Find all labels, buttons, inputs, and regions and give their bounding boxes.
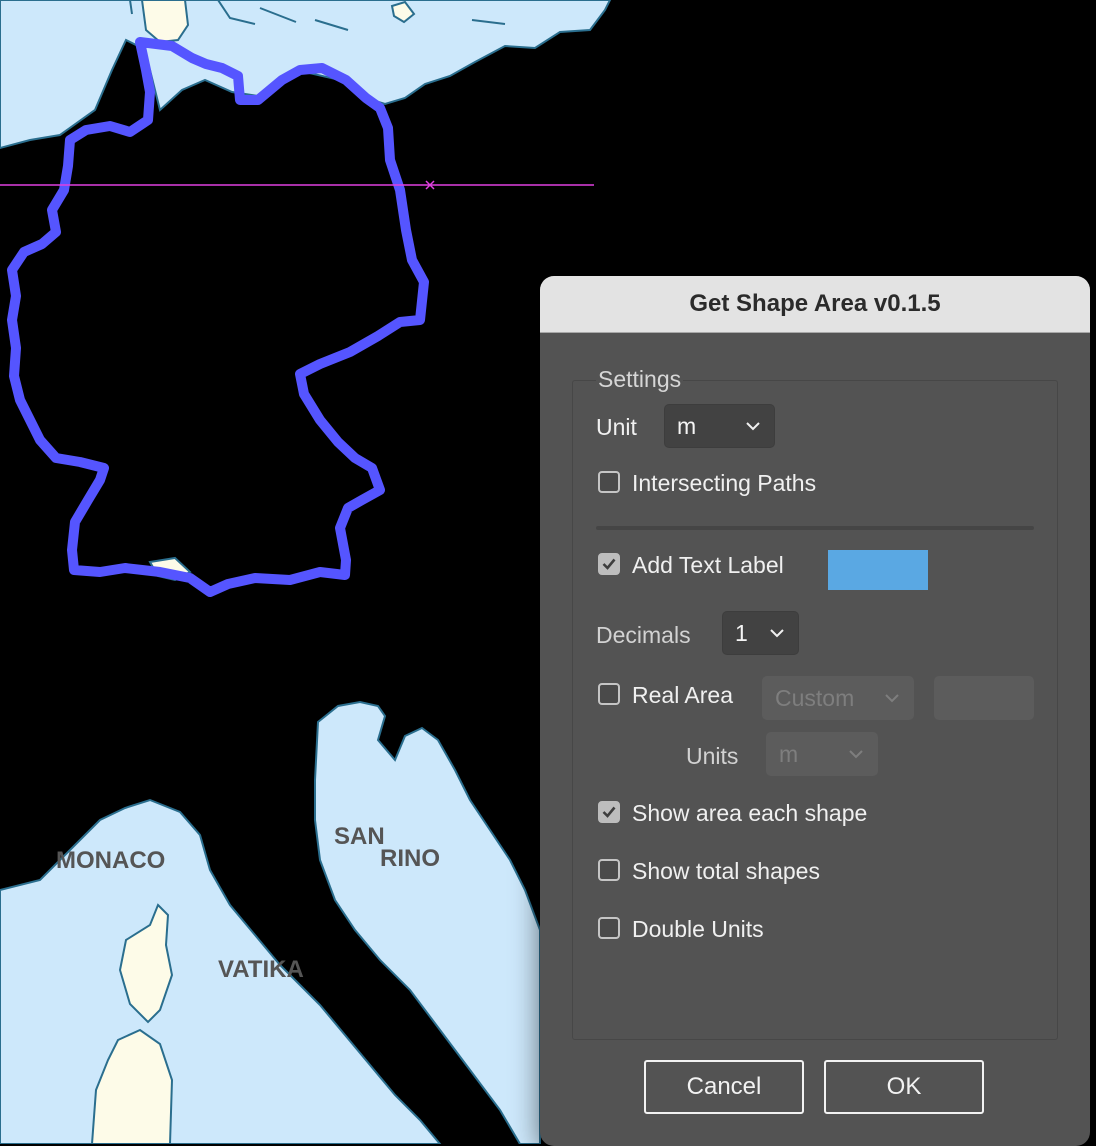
real-area-value-input[interactable]: [934, 676, 1034, 720]
checkmark-icon: [602, 806, 616, 818]
show-total-shapes-checkbox[interactable]: [598, 859, 620, 881]
settings-legend: Settings: [596, 366, 684, 393]
dialog-titlebar[interactable]: Get Shape Area v0.1.5: [540, 276, 1090, 333]
add-text-label-checkbox[interactable]: [598, 553, 620, 575]
units-label: Units: [686, 743, 739, 769]
intersecting-paths-checkbox[interactable]: [598, 471, 620, 493]
decimals-label: Decimals: [596, 622, 691, 648]
map-label-monaco: MONACO: [56, 847, 165, 874]
dialog-title: Get Shape Area v0.1.5: [689, 290, 941, 317]
map-label-vatika: VATIKA: [218, 956, 304, 983]
show-total-shapes-label: Show total shapes: [632, 858, 820, 884]
double-units-checkbox[interactable]: [598, 917, 620, 939]
real-area-label: Real Area: [632, 682, 734, 708]
chevron-down-icon: [883, 689, 901, 707]
real-area-preset-select[interactable]: Custom: [762, 676, 914, 720]
units-select[interactable]: m: [766, 732, 878, 776]
map-label-rino: RINO: [380, 845, 440, 872]
unit-select[interactable]: m: [664, 404, 775, 448]
unit-select-value: m: [677, 412, 697, 439]
show-area-each-shape-checkbox[interactable]: [598, 801, 620, 823]
ok-button[interactable]: OK: [824, 1060, 984, 1114]
real-area-checkbox[interactable]: [598, 683, 620, 705]
label-color-swatch[interactable]: [828, 550, 928, 590]
checkmark-icon: [602, 558, 616, 570]
show-area-each-shape-label: Show area each shape: [632, 800, 868, 826]
add-text-label-label: Add Text Label: [632, 552, 784, 578]
chevron-down-icon: [744, 417, 762, 435]
chevron-down-icon: [847, 745, 865, 763]
chevron-down-icon: [768, 624, 786, 642]
decimals-select-value: 1: [735, 619, 748, 646]
map-label-san: SAN: [334, 823, 385, 850]
double-units-label: Double Units: [632, 916, 764, 942]
unit-label: Unit: [596, 414, 637, 440]
settings-divider: [596, 526, 1034, 530]
cancel-button[interactable]: Cancel: [644, 1060, 804, 1114]
get-shape-area-dialog: Get Shape Area v0.1.5 Settings Unit m In…: [540, 276, 1090, 1146]
intersecting-paths-label: Intersecting Paths: [632, 470, 817, 496]
decimals-select[interactable]: 1: [722, 611, 799, 655]
units-select-value: m: [779, 740, 799, 767]
real-area-preset-value: Custom: [775, 684, 855, 711]
